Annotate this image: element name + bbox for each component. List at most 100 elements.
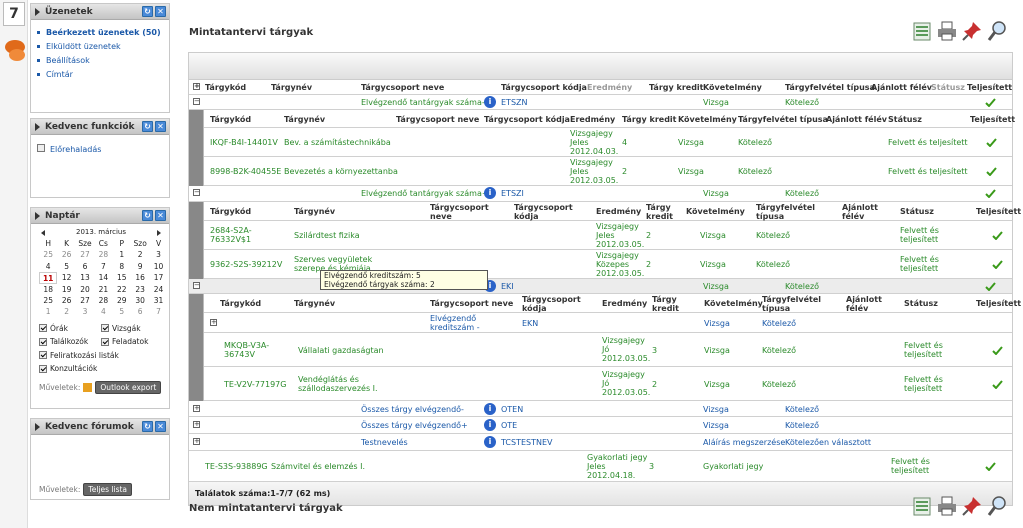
calendar-day[interactable]: 13 <box>76 272 94 283</box>
calendar-day[interactable]: 16 <box>131 272 149 283</box>
calendar-day[interactable]: 28 <box>94 295 112 306</box>
expand-icon[interactable]: + <box>193 405 200 412</box>
directory-link[interactable]: Címtár <box>37 68 169 82</box>
info-icon[interactable]: i <box>484 187 496 199</box>
info-icon[interactable]: i <box>484 403 496 415</box>
filter-classes[interactable]: Órák <box>39 322 101 336</box>
calendar-day[interactable]: 25 <box>39 249 57 260</box>
calendar-day[interactable]: 8 <box>113 261 131 272</box>
filter-tasks[interactable]: Feladatok <box>101 335 163 349</box>
calendar-day[interactable]: 5 <box>113 306 131 317</box>
calendar-day[interactable]: 6 <box>76 261 94 272</box>
search-icon[interactable] <box>986 20 1008 42</box>
expand-icon[interactable]: + <box>193 421 200 428</box>
calendar-day[interactable]: 4 <box>94 306 112 317</box>
calendar-day[interactable]: 19 <box>57 284 75 295</box>
filter-consultations[interactable]: Konzultációk <box>39 362 163 376</box>
calendar-day[interactable]: 4 <box>39 261 57 272</box>
calendar-day[interactable]: 9 <box>131 261 149 272</box>
close-icon[interactable]: ✕ <box>155 421 166 432</box>
subject-row[interactable]: TE-S3S-93889G Számvitel és elemzés I. Gy… <box>189 451 1012 482</box>
filter-meetings[interactable]: Találkozók <box>39 335 101 349</box>
calendar-day[interactable]: 1 <box>113 249 131 260</box>
progress-link[interactable]: Előrehaladás <box>37 143 169 157</box>
calendar-day[interactable]: 17 <box>149 272 167 283</box>
next-month-icon[interactable] <box>157 230 161 236</box>
calendar-day[interactable]: 22 <box>113 284 131 295</box>
close-icon[interactable]: ✕ <box>155 6 166 17</box>
calendar-day[interactable]: 26 <box>57 249 75 260</box>
refresh-icon[interactable]: ↻ <box>142 421 153 432</box>
checkbox-icon[interactable] <box>39 364 47 373</box>
subject-row[interactable]: TE-V2V-77197G Vendéglátás és szállodasze… <box>204 367 1012 401</box>
subject-row[interactable]: 2684-S2A-76332V$1 Szilárdtest fizika Viz… <box>204 221 1012 250</box>
collapse-icon[interactable]: − <box>193 98 200 105</box>
calendar-day[interactable]: 28 <box>94 249 112 260</box>
inbox-link[interactable]: Beérkezett üzenetek (50) <box>37 26 169 40</box>
calendar-day[interactable]: 20 <box>76 284 94 295</box>
calendar-day[interactable]: 25 <box>39 295 57 306</box>
full-list-button[interactable]: Teljes lista <box>83 483 133 496</box>
collapse-arrow-icon[interactable] <box>35 423 40 431</box>
calendar-day[interactable]: 2 <box>57 306 75 317</box>
close-icon[interactable]: ✕ <box>155 121 166 132</box>
info-icon[interactable]: i <box>484 436 496 448</box>
calendar-day[interactable]: 7 <box>94 261 112 272</box>
subject-row[interactable]: MKQB-V3A-36743V Vállalati gazdaságtan Vi… <box>204 333 1012 367</box>
calendar-day[interactable]: 11 <box>39 272 58 284</box>
pin-icon[interactable] <box>961 20 983 42</box>
collapse-arrow-icon[interactable] <box>35 212 40 220</box>
checkbox-icon[interactable] <box>101 337 109 346</box>
checkbox-icon[interactable] <box>39 337 47 346</box>
excel-export-icon[interactable] <box>911 20 933 42</box>
calendar-day[interactable]: 10 <box>149 261 167 272</box>
settings-link[interactable]: Beállítások <box>37 54 169 68</box>
calendar-day[interactable]: 29 <box>113 295 131 306</box>
collapse-arrow-icon[interactable] <box>35 123 40 131</box>
expand-all-icon[interactable]: + <box>193 83 200 90</box>
calendar-day[interactable]: 3 <box>149 249 167 260</box>
calendar-day[interactable]: 6 <box>131 306 149 317</box>
calendar-day[interactable]: 7 <box>149 306 167 317</box>
messages-icon[interactable] <box>4 38 26 64</box>
checkbox-icon[interactable] <box>39 351 47 360</box>
subject-row[interactable]: 8998-B2K-40455E Bevezetés a környezettan… <box>204 157 1012 186</box>
checkbox-icon[interactable] <box>39 324 47 333</box>
refresh-icon[interactable]: ↻ <box>142 210 153 221</box>
calendar-icon[interactable]: 7 <box>3 2 25 26</box>
excel-export-icon[interactable] <box>911 495 933 517</box>
print-icon[interactable] <box>936 495 958 517</box>
outlook-icon[interactable] <box>83 382 93 392</box>
info-icon[interactable]: i <box>484 419 496 431</box>
expand-icon[interactable]: + <box>193 438 200 445</box>
calendar-day[interactable]: 2 <box>131 249 149 260</box>
sent-link[interactable]: Elküldött üzenetek <box>37 40 169 54</box>
outlook-export-button[interactable]: Outlook export <box>95 380 162 394</box>
expand-icon[interactable]: + <box>210 319 217 326</box>
filter-exams[interactable]: Vizsgák <box>101 322 163 336</box>
calendar-day[interactable]: 18 <box>39 284 57 295</box>
calendar-day[interactable]: 24 <box>149 284 167 295</box>
search-icon[interactable] <box>986 495 1008 517</box>
calendar-day[interactable]: 23 <box>131 284 149 295</box>
calendar-day[interactable]: 5 <box>57 261 75 272</box>
info-icon[interactable]: i <box>484 96 496 108</box>
refresh-icon[interactable]: ↻ <box>142 121 153 132</box>
calendar-day[interactable]: 27 <box>76 295 94 306</box>
calendar-day[interactable]: 26 <box>57 295 75 306</box>
checkbox-icon[interactable] <box>101 324 109 333</box>
pin-icon[interactable] <box>961 495 983 517</box>
calendar-day[interactable]: 21 <box>94 284 112 295</box>
calendar-day[interactable]: 30 <box>131 295 149 306</box>
prev-month-icon[interactable] <box>41 230 45 236</box>
refresh-icon[interactable]: ↻ <box>142 6 153 17</box>
calendar-day[interactable]: 27 <box>76 249 94 260</box>
collapse-arrow-icon[interactable] <box>35 8 40 16</box>
collapse-icon[interactable]: − <box>193 282 200 289</box>
calendar-day[interactable]: 1 <box>39 306 57 317</box>
filter-signup-lists[interactable]: Feliratkozási listák <box>39 349 163 363</box>
calendar-day[interactable]: 3 <box>76 306 94 317</box>
collapse-icon[interactable]: − <box>193 189 200 196</box>
calendar-day[interactable]: 15 <box>113 272 131 283</box>
close-icon[interactable]: ✕ <box>155 210 166 221</box>
